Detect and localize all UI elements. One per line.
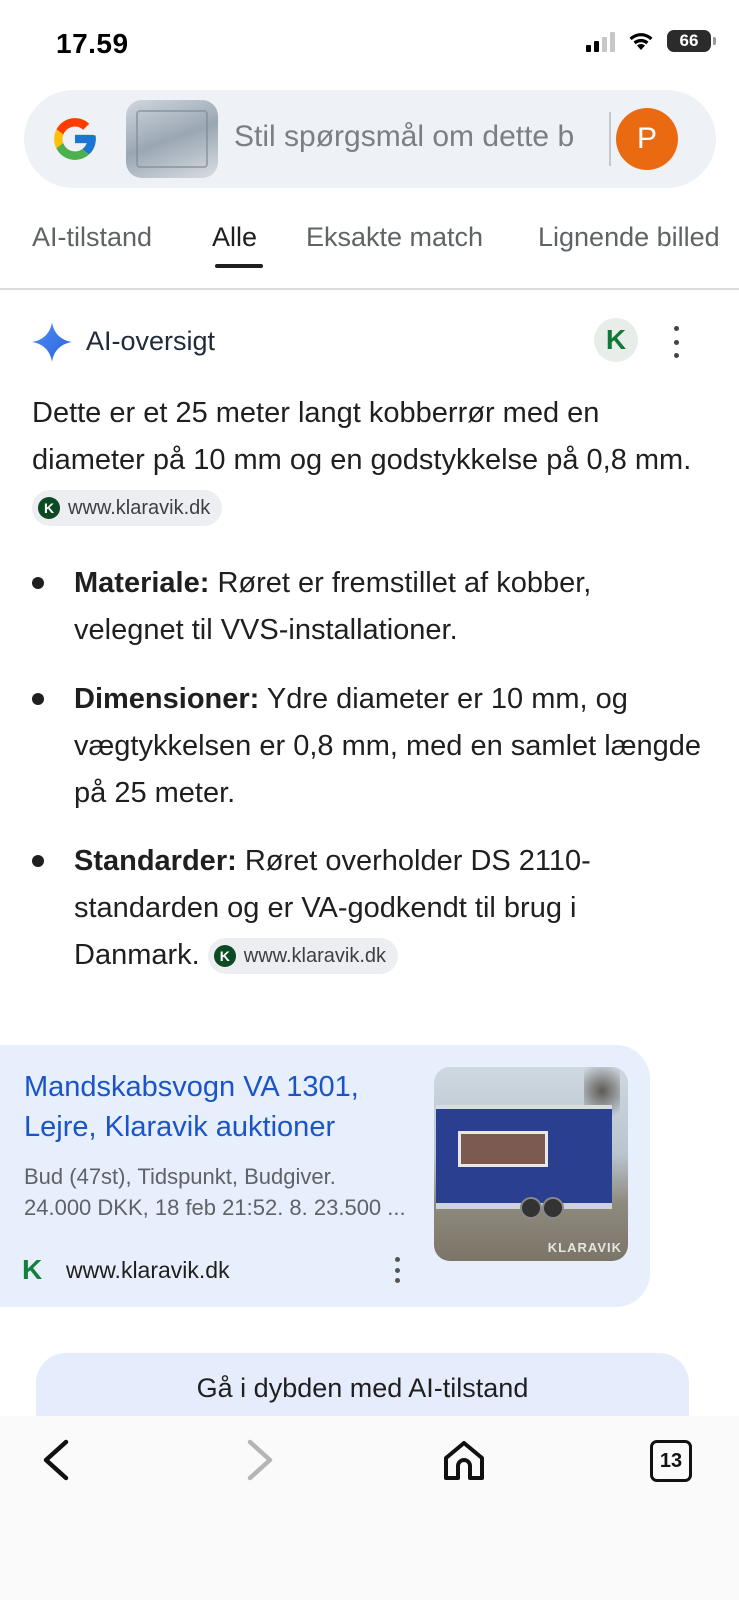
klaravik-chip-icon: K [38, 497, 60, 520]
image-watermark: KLARAVIK [547, 1240, 622, 1255]
profile-avatar[interactable]: P [616, 108, 678, 170]
thumbnail-label-lines [136, 110, 208, 168]
ai-overview-header: AI-oversigt K [32, 318, 712, 370]
back-icon[interactable] [38, 1438, 78, 1482]
klaravik-chip-icon: K [213, 945, 236, 968]
battery-icon: 66 [667, 30, 716, 52]
ai-intro-text: Dette er et 25 meter langt kobberrør med… [32, 397, 692, 476]
result-snippet-line: Bud (47st), Tidspunkt, Budgiver. [24, 1164, 336, 1189]
status-icons: 66 [586, 30, 716, 52]
result-snippet: Bud (47st), Tidspunkt, Budgiver. 24.000 … [24, 1161, 424, 1223]
klaravik-logo-icon: K [22, 1254, 43, 1285]
ai-sparkle-icon [32, 322, 72, 362]
cellular-signal-icon [586, 30, 615, 52]
trailer-window [458, 1131, 548, 1167]
bullet-label: Materiale: [74, 567, 210, 599]
tab-all[interactable]: Alle [212, 222, 257, 253]
forward-icon[interactable] [240, 1438, 280, 1482]
trailer-shape [436, 1105, 612, 1209]
search-tabs: AI-tilstand Alle Eksakte match Lignende … [0, 204, 739, 290]
bullet-dot [32, 693, 44, 705]
source-chip-label: www.klaravik.dk [243, 945, 387, 968]
search-input[interactable]: Stil spørgsmål om dette b [234, 120, 594, 154]
search-image-thumbnail[interactable] [126, 100, 218, 178]
source-chip[interactable]: Kwww.klaravik.dk [32, 490, 223, 527]
trailer-wheel [520, 1197, 542, 1219]
tabs-count-button[interactable]: 13 [650, 1440, 692, 1482]
search-bar[interactable]: Stil spørgsmål om dette b P [24, 90, 716, 188]
trailer-wheel [542, 1197, 564, 1219]
status-time: 17.59 [56, 28, 129, 59]
ai-overview-intro: Dette er et 25 meter langt kobberrør med… [32, 390, 712, 531]
result-more-icon[interactable] [392, 1257, 402, 1283]
active-tab-indicator [215, 264, 263, 268]
result-card[interactable]: Mandskabsvogn VA 1301, Lejre, Klaravik a… [0, 1045, 650, 1307]
ai-overview-more-icon[interactable] [668, 326, 684, 358]
result-title-link[interactable]: Mandskabsvogn VA 1301, Lejre, Klaravik a… [24, 1067, 414, 1147]
ai-overview-title: AI-oversigt [86, 326, 216, 356]
result-snippet-line: 24.000 DKK, 18 feb 21:52. 8. 23.500 ... [24, 1195, 406, 1220]
tab-ai-mode[interactable]: AI-tilstand [32, 222, 152, 253]
result-image[interactable]: KLARAVIK [434, 1067, 628, 1261]
browser-bottom-bar: 13 [0, 1416, 739, 1600]
bullet-dot [32, 577, 44, 589]
google-logo-icon[interactable] [50, 114, 100, 164]
result-source-url[interactable]: www.klaravik.dk [66, 1255, 230, 1285]
search-divider [609, 112, 611, 166]
status-bar: 17.59 66 [0, 0, 739, 90]
bullet-label: Dimensioner: [74, 683, 260, 715]
tab-similar-images[interactable]: Lignende billed [538, 222, 720, 253]
home-icon[interactable] [442, 1438, 486, 1482]
deep-dive-label: Gå i dybden med AI-tilstand [196, 1373, 529, 1403]
source-chip-label: www.klaravik.dk [68, 497, 211, 520]
bullet-label: Standarder: [74, 845, 237, 877]
klaravik-source-icon[interactable]: K [594, 318, 638, 362]
bullet-dot [32, 855, 44, 867]
tab-exact-match[interactable]: Eksakte match [306, 222, 483, 253]
wifi-icon [629, 33, 653, 50]
source-chip[interactable]: Kwww.klaravik.dk [207, 938, 399, 975]
